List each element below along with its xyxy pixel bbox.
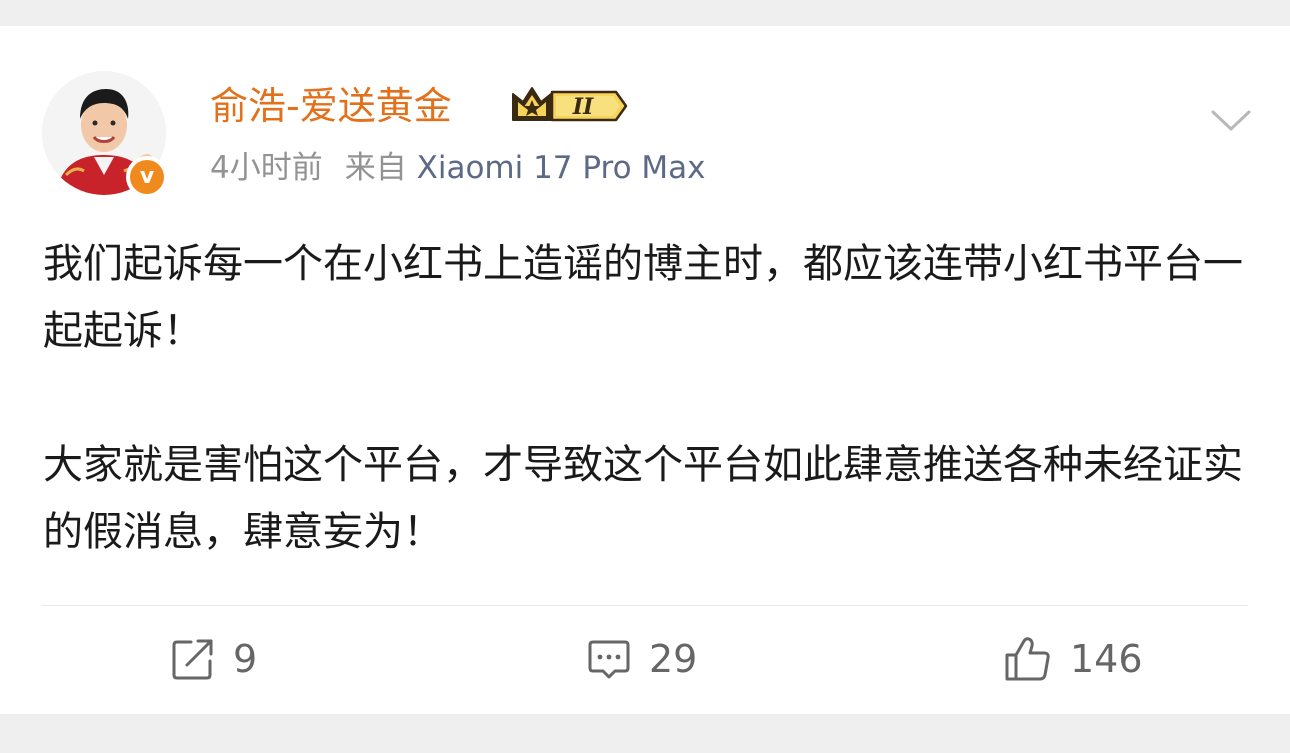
author-name[interactable]: 俞浩-爱送黄金 — [210, 77, 452, 135]
post-paragraph: 我们起诉每一个在小红书上造谣的博主时，都应该连带小红书平台一起起诉！ — [43, 241, 1243, 354]
post-meta: 4小时前 来自 Xiaomi 17 Pro Max — [210, 144, 706, 192]
weibo-post-card: v 俞浩-爱送黄金 II 4小时前 来自 Xiaomi 17 Pro Max 我们… — [0, 26, 1290, 714]
repost-count: 9 — [233, 637, 258, 681]
post-paragraph: 大家就是害怕这个平台，才导致这个平台如此肆意推送各种未经证实的假消息，肆意妄为！ — [43, 442, 1243, 555]
like-count: 146 — [1070, 637, 1143, 681]
level-badge-label: II — [572, 94, 594, 120]
comment-count: 29 — [649, 637, 698, 681]
post-content: 我们起诉每一个在小红书上造谣的博主时，都应该连带小红书平台一起起诉！ 大家就是害… — [43, 231, 1253, 566]
comment-icon — [587, 637, 631, 681]
post-device[interactable]: Xiaomi 17 Pro Max — [417, 150, 706, 186]
repost-icon — [171, 637, 215, 681]
comment-button[interactable]: 29 — [587, 631, 697, 687]
thumbs-up-icon — [1004, 636, 1052, 682]
post-time: 4小时前 — [210, 150, 323, 186]
crown-level-badge-icon[interactable]: II — [510, 84, 628, 128]
post-source-prefix: 来自 — [344, 150, 407, 186]
divider — [42, 605, 1248, 606]
chevron-down-icon[interactable] — [1210, 108, 1252, 134]
repost-button[interactable]: 9 — [171, 631, 257, 687]
like-button[interactable]: 146 — [1004, 631, 1143, 687]
verified-v-icon: v — [126, 156, 168, 198]
